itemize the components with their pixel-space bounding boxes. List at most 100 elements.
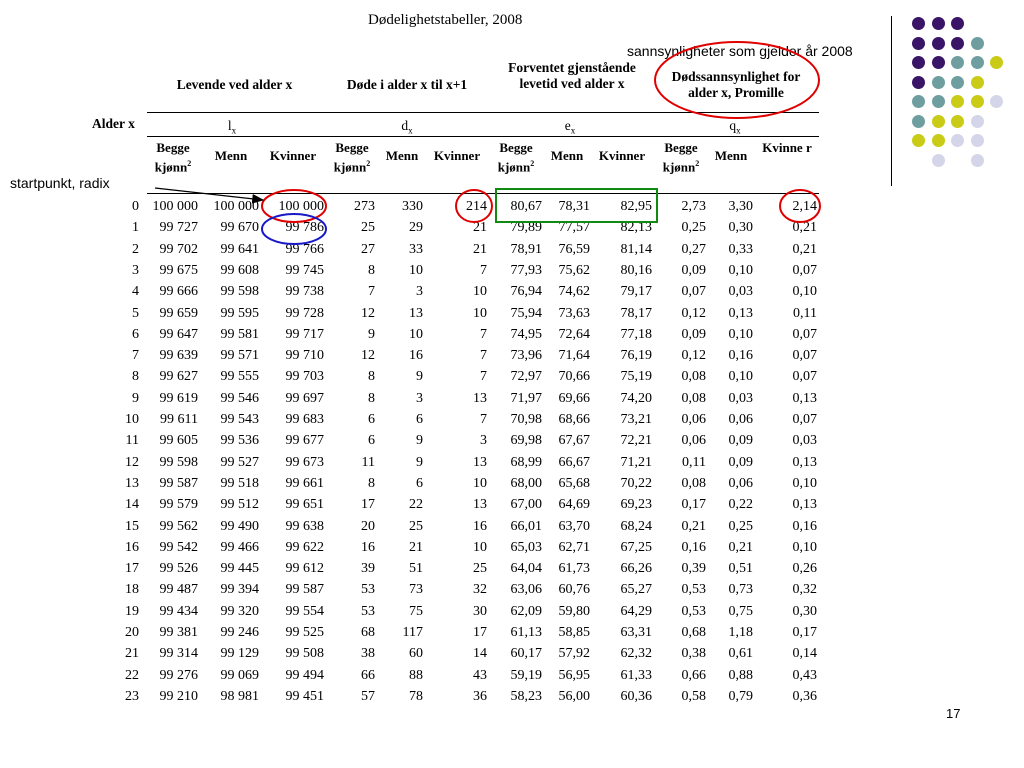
cell-l-begge: 99 210 <box>159 688 199 704</box>
cell-d-begge: 17 <box>361 497 375 513</box>
cell-e-menn: 77,57 <box>558 220 591 236</box>
table-row: 15 99 562 99 490 99 638 20 25 16 66,01 63,70 68,2… <box>0 516 830 537</box>
decorative-dot <box>912 114 925 128</box>
cell-e-begge: 68,99 <box>510 454 543 470</box>
cell-e-begge: 70,98 <box>510 412 543 427</box>
cell-e-menn: 66,67 <box>558 454 591 470</box>
cell-e-begge: 77,93 <box>510 262 543 278</box>
table-row: 6 99 647 99 581 99 717 9 10 7 74,95 72,64 77,18 0,… <box>0 324 830 345</box>
cell-e-kvinner: 79,17 <box>620 284 653 300</box>
cell-alder: 11 <box>125 433 139 449</box>
cell-d-begge: 20 <box>361 518 375 534</box>
cell-d-menn: 33 <box>409 241 423 257</box>
cell-q-begge: 0,38 <box>681 646 707 662</box>
cell-e-begge: 61,13 <box>510 625 543 640</box>
cell-q-kvinner: 0,11 <box>793 305 817 321</box>
cell-d-menn: 10 <box>409 326 423 342</box>
cell-e-begge: 74,95 <box>510 326 543 342</box>
cell-e-kvinner: 64,29 <box>620 603 653 619</box>
cell-d-kvinner: 17 <box>473 625 487 640</box>
cell-l-menn: 99 512 <box>220 497 260 513</box>
cell-q-kvinner: 0,03 <box>792 433 818 449</box>
cell-e-begge: 59,19 <box>510 667 543 683</box>
cell-q-kvinner: 0,26 <box>792 561 818 577</box>
table-row: 20 99 381 99 246 99 525 68 117 17 61,13 58,85 63,… <box>0 622 830 643</box>
cell-q-begge: 0,09 <box>681 262 707 278</box>
cell-l-kvinner: 99 508 <box>285 646 325 662</box>
cell-l-begge: 99 647 <box>159 326 199 342</box>
cell-alder: 2 <box>132 241 139 257</box>
cell-d-menn: 88 <box>409 667 423 683</box>
cell-l-menn: 99 598 <box>220 284 260 300</box>
cell-d-begge: 39 <box>361 561 375 577</box>
cell-e-begge: 69,98 <box>510 433 543 449</box>
cell-q-kvinner: 0,13 <box>792 390 818 406</box>
cell-l-kvinner: 99 587 <box>285 582 325 598</box>
decorative-dot <box>990 56 1003 69</box>
cell-alder: 12 <box>125 454 139 470</box>
decorative-dot <box>912 95 925 108</box>
table-row: 10 99 611 99 543 99 683 6 6 7 70,98 68,66 73,21 0,… <box>0 409 830 430</box>
cell-q-menn: 0,30 <box>728 220 754 236</box>
cell-d-begge: 273 <box>354 199 375 214</box>
cell-q-kvinner: 0,36 <box>792 688 818 704</box>
cell-l-menn: 99 608 <box>220 262 260 278</box>
cell-q-kvinner: 0,21 <box>792 241 818 257</box>
cell-alder: 19 <box>125 603 139 619</box>
cell-q-begge: 0,53 <box>681 603 707 619</box>
cell-d-menn: 6 <box>416 475 423 491</box>
decorative-dot <box>990 95 1003 108</box>
header-forventet: Forventet gjenstående levetid ved alder … <box>508 60 636 91</box>
cell-d-menn: 9 <box>416 454 423 470</box>
cell-q-begge: 0,08 <box>681 475 707 491</box>
cell-d-menn: 9 <box>416 369 423 385</box>
cell-q-menn: 0,09 <box>728 433 754 449</box>
decorative-dot <box>951 114 964 128</box>
cell-q-menn: 0,03 <box>728 284 754 300</box>
cell-l-menn: 99 670 <box>220 220 260 236</box>
decorative-dot <box>931 75 945 89</box>
cell-e-kvinner: 76,19 <box>620 348 653 364</box>
cell-q-kvinner: 0,10 <box>792 539 818 555</box>
cell-alder: 5 <box>132 305 139 321</box>
cell-q-menn: 0,21 <box>728 539 754 555</box>
cell-l-begge: 99 434 <box>159 603 199 619</box>
cell-l-kvinner: 99 728 <box>285 305 325 321</box>
cell-e-kvinner: 74,20 <box>620 390 653 406</box>
table-row: 1 99 727 99 670 99 786 25 29 21 79,89 77,57 82,13… <box>0 217 830 238</box>
cell-l-begge: 99 605 <box>159 433 199 449</box>
cell-l-kvinner: 99 622 <box>285 539 325 555</box>
cell-alder: 10 <box>125 412 139 427</box>
cell-d-begge: 38 <box>361 646 375 662</box>
cell-d-kvinner: 10 <box>473 305 487 321</box>
subheader-kvinner-l: Kvinner <box>269 148 317 163</box>
cell-q-begge: 0,53 <box>681 582 707 598</box>
cell-d-kvinner: 13 <box>473 497 487 513</box>
cell-d-kvinner: 214 <box>466 199 487 214</box>
cell-d-menn: 60 <box>409 646 423 662</box>
decorative-dot <box>970 95 984 108</box>
cell-q-kvinner: 2,14 <box>792 199 818 214</box>
cell-d-menn: 10 <box>409 262 423 278</box>
cell-e-menn: 72,64 <box>558 326 591 342</box>
cell-d-kvinner: 7 <box>480 369 487 385</box>
subheader-menn-d: Menn <box>385 148 419 163</box>
cell-q-menn: 0,22 <box>728 497 754 513</box>
cell-l-begge: 99 619 <box>159 390 199 406</box>
cell-l-menn: 99 555 <box>220 369 260 385</box>
subheader-menn-e: Menn <box>550 148 584 163</box>
decorative-dot <box>931 56 945 69</box>
cell-e-menn: 69,66 <box>558 390 591 406</box>
table-row: 5 99 659 99 595 99 728 12 13 10 75,94 73,63 78,17… <box>0 303 830 324</box>
cell-e-kvinner: 75,19 <box>620 369 653 385</box>
annotation-radix: startpunkt, radix <box>10 175 110 191</box>
table-row: 2 99 702 99 641 99 766 27 33 21 78,91 76,59 81,14… <box>0 239 830 260</box>
cell-l-menn: 99 445 <box>220 561 260 577</box>
decorative-dot <box>951 56 964 69</box>
cell-d-menn: 16 <box>409 348 423 364</box>
cell-alder: 18 <box>125 582 139 598</box>
cell-alder: 16 <box>125 539 139 555</box>
cell-l-begge: 99 276 <box>159 667 199 683</box>
decorative-dot <box>931 17 945 30</box>
decorative-dot <box>912 56 925 69</box>
